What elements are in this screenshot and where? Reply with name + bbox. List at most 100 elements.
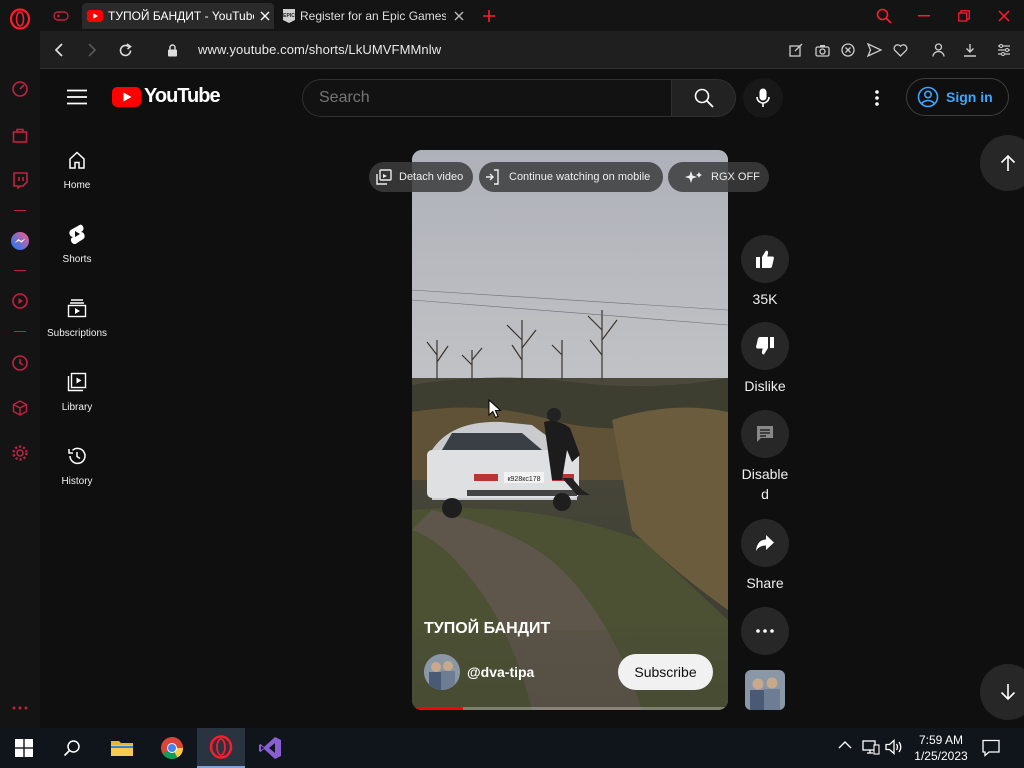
ad-block-icon[interactable]	[839, 41, 857, 59]
next-short-button[interactable]	[980, 664, 1024, 720]
tab-search-button[interactable]	[864, 0, 904, 31]
extensions-cube-icon[interactable]	[9, 397, 31, 419]
search-button[interactable]	[672, 79, 736, 117]
channel-handle[interactable]: @dva-tipa	[467, 664, 534, 680]
minimize-icon	[918, 14, 930, 17]
comments-button[interactable]: Disabled	[741, 410, 789, 504]
settings-dots-icon[interactable]	[874, 89, 880, 107]
camera-icon[interactable]	[813, 41, 831, 59]
twitch-icon[interactable]	[9, 169, 31, 191]
guide-item-label: Subscriptions	[46, 328, 108, 339]
send-icon[interactable]	[865, 41, 883, 59]
tab-workspaces[interactable]	[46, 3, 76, 29]
more-actions-button[interactable]	[741, 607, 789, 655]
comments-label: Disabled	[741, 466, 789, 502]
arrow-up-icon	[1000, 154, 1016, 172]
youtube-favicon-icon	[87, 10, 103, 22]
new-tab-button[interactable]	[478, 3, 502, 29]
settings-gear-icon[interactable]	[9, 442, 31, 464]
sign-in-label: Sign in	[946, 89, 993, 105]
share-button[interactable]: Share	[741, 519, 789, 593]
rgx-toggle-button[interactable]: RGX OFF	[668, 162, 769, 192]
search-icon	[63, 739, 81, 757]
tab-bar: ТУПОЙ БАНДИТ - YouTube EPIC Register for…	[40, 0, 1024, 31]
lock-icon[interactable]	[162, 40, 182, 60]
guide-item-home[interactable]: Home	[41, 142, 113, 210]
share-arrow-icon	[755, 534, 775, 552]
progress-track[interactable]	[412, 707, 728, 710]
guide-item-history[interactable]: History	[41, 438, 113, 506]
detach-icon	[376, 169, 392, 185]
speed-dial-icon[interactable]	[9, 78, 31, 100]
detach-label: Detach video	[399, 171, 464, 183]
easy-setup-menu-icon[interactable]	[995, 41, 1013, 59]
history-icon	[65, 444, 89, 468]
guide-item-library[interactable]: Library	[41, 364, 113, 432]
hamburger-menu-icon[interactable]	[67, 89, 87, 105]
volume-icon[interactable]	[885, 739, 903, 755]
forward-button[interactable]	[82, 40, 102, 60]
sound-thumbnail[interactable]	[745, 670, 785, 710]
minimize-button[interactable]	[904, 0, 944, 31]
close-icon	[998, 9, 1010, 22]
youtube-page: YouTube Sign in Home Shorts Subscription…	[41, 69, 1024, 728]
sign-in-button[interactable]: Sign in	[906, 78, 1009, 116]
channel-avatar[interactable]	[424, 654, 460, 690]
guide-item-shorts[interactable]: Shorts	[41, 216, 113, 284]
voice-search-button[interactable]	[743, 78, 783, 118]
guide-item-subscriptions[interactable]: Subscriptions	[41, 290, 113, 358]
continue-label: Continue watching on mobile	[509, 171, 651, 183]
opera-logo-icon[interactable]	[9, 8, 31, 30]
player-icon[interactable]	[9, 290, 31, 312]
rgx-label: RGX OFF	[711, 171, 760, 183]
show-hidden-icons-icon[interactable]	[838, 740, 852, 750]
rgx-sparkle-icon	[684, 169, 706, 185]
dislike-button[interactable]: Dislike	[741, 322, 789, 396]
back-button[interactable]	[49, 40, 69, 60]
windows-logo-icon	[15, 739, 33, 757]
taskbar-clock[interactable]: 7:59 AM 1/25/2023	[906, 732, 976, 764]
chrome-button[interactable]	[148, 728, 196, 768]
visual-studio-button[interactable]	[246, 728, 294, 768]
shopping-bag-icon[interactable]	[9, 124, 31, 146]
file-explorer-button[interactable]	[98, 728, 146, 768]
messenger-icon[interactable]	[9, 230, 31, 252]
youtube-logo[interactable]: YouTube	[112, 85, 221, 108]
windows-taskbar: 7:59 AM 1/25/2023	[0, 728, 1024, 768]
start-button[interactable]	[0, 728, 48, 768]
shorts-player[interactable]: к928кс178 ТУПОЙ БАНДИТ @dva-tipa Subscri…	[412, 150, 728, 710]
reload-icon	[118, 42, 133, 58]
opera-taskbar-button[interactable]	[197, 728, 245, 768]
clock-time: 7:59 AM	[918, 733, 964, 747]
heart-icon[interactable]	[891, 41, 909, 59]
search-input[interactable]	[319, 89, 649, 107]
detach-video-button[interactable]: Detach video	[369, 162, 473, 192]
more-dots-icon[interactable]	[9, 697, 31, 719]
tab-epic-games[interactable]: EPIC Register for an Epic Games	[278, 3, 470, 29]
close-tab-icon[interactable]	[260, 11, 270, 21]
tab-youtube[interactable]: ТУПОЙ БАНДИТ - YouTube	[82, 3, 274, 29]
history-clock-icon[interactable]	[9, 352, 31, 374]
download-icon[interactable]	[961, 41, 979, 59]
taskbar-search-button[interactable]	[48, 728, 96, 768]
network-icon[interactable]	[862, 739, 880, 755]
continue-on-mobile-button[interactable]: Continue watching on mobile	[479, 162, 663, 192]
svg-text:EPIC: EPIC	[283, 13, 295, 19]
like-button[interactable]: 35K	[741, 235, 789, 309]
account-icon[interactable]	[929, 41, 947, 59]
epic-games-favicon-icon: EPIC	[283, 9, 295, 23]
easy-setup-icon[interactable]	[787, 41, 805, 59]
action-center-icon[interactable]	[982, 739, 1000, 757]
subscribe-button[interactable]: Subscribe	[618, 654, 713, 690]
guide-item-label: Library	[61, 402, 93, 413]
youtube-logo-icon	[112, 86, 141, 107]
restore-button[interactable]	[944, 0, 984, 31]
thumbs-up-icon	[755, 249, 775, 269]
previous-short-button[interactable]	[980, 135, 1024, 191]
comment-icon	[755, 424, 775, 444]
close-tab-icon[interactable]	[454, 11, 464, 21]
url-field[interactable]: www.youtube.com/shorts/LkUMVFMMnlw	[198, 42, 441, 57]
reload-button[interactable]	[115, 40, 135, 60]
close-window-button[interactable]	[984, 0, 1024, 31]
address-bar: www.youtube.com/shorts/LkUMVFMMnlw	[40, 31, 1024, 69]
